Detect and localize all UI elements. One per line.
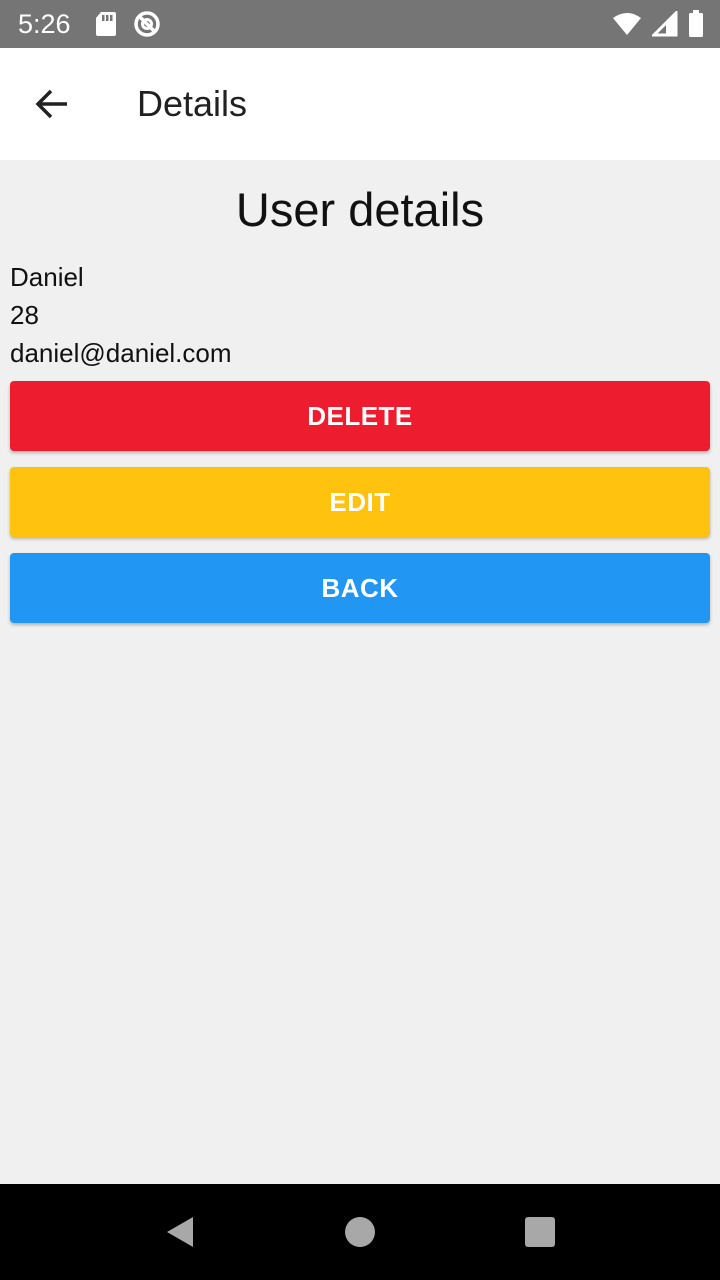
delete-button[interactable]: DELETE — [10, 381, 710, 451]
user-email: daniel@daniel.com — [10, 338, 232, 368]
screen: 5:26 Details User details Daniel 28 dani… — [0, 0, 720, 1280]
page-title: User details — [235, 183, 485, 236]
edit-button[interactable]: EDIT — [10, 467, 710, 537]
status-bar: 5:26 — [0, 0, 720, 48]
back-button[interactable]: BACK — [10, 553, 710, 623]
battery-icon — [688, 10, 704, 38]
status-time: 5:26 — [18, 8, 71, 39]
nav-back-icon[interactable] — [130, 1184, 230, 1280]
app-bar-title: Details — [137, 83, 248, 124]
wifi-icon — [612, 12, 642, 36]
user-name: Daniel — [10, 262, 84, 292]
sd-card-icon — [95, 11, 117, 37]
no-disturb-icon — [133, 10, 161, 38]
status-system-icons — [612, 10, 704, 38]
nav-recents-icon[interactable] — [490, 1184, 590, 1280]
app-bar: Details — [0, 48, 720, 160]
navigation-bar — [0, 1184, 720, 1280]
user-details-content: User details Daniel 28 daniel@daniel.com… — [0, 160, 720, 1184]
status-notification-icons — [95, 10, 161, 38]
nav-home-icon[interactable] — [310, 1184, 410, 1280]
signal-icon — [652, 11, 678, 37]
user-age: 28 — [10, 300, 39, 330]
arrow-back-icon[interactable] — [24, 76, 80, 132]
